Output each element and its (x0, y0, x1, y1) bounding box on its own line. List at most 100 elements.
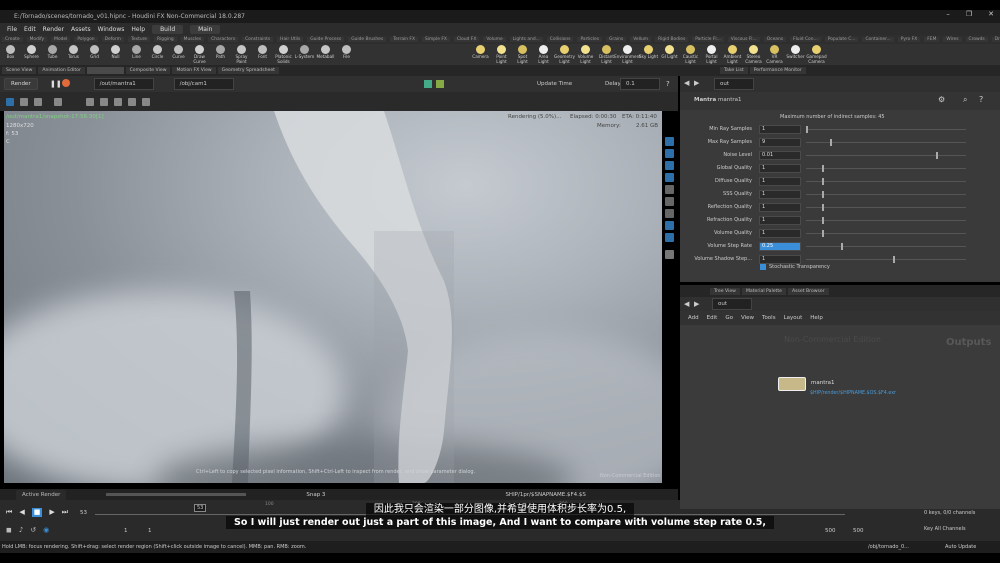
shelf-tab[interactable]: Grains (606, 37, 627, 42)
stop-render-icon[interactable] (62, 79, 70, 87)
slider-knob[interactable] (892, 256, 895, 263)
param-slider[interactable] (806, 139, 966, 146)
shelf-tab[interactable]: Cloud FX (453, 37, 480, 42)
shelf-tab[interactable]: Deform (101, 37, 124, 42)
home-icon[interactable] (114, 97, 122, 106)
shelf-tool[interactable]: Area Light (533, 44, 554, 64)
pin-icon[interactable] (665, 233, 674, 242)
render-button[interactable]: Render (4, 78, 38, 90)
slider-knob[interactable] (806, 126, 808, 133)
left-pane-tab[interactable]: Composite View (125, 67, 171, 74)
param-slider[interactable] (806, 230, 966, 237)
shelf-tool[interactable]: Sphere (21, 44, 42, 64)
shelf-tool[interactable]: Null (105, 44, 126, 64)
shelf-tab[interactable]: Muscles (180, 37, 205, 42)
shelf-tool[interactable]: Grid (84, 44, 105, 64)
left-pane-tab[interactable]: Geometry Spreadsheet (217, 67, 279, 74)
pause-icon[interactable]: ❚❚ (50, 80, 62, 88)
active-render-tab[interactable]: Active Render (16, 489, 67, 500)
search-icon[interactable]: ⌕ (963, 95, 967, 105)
param-slider[interactable] (806, 191, 966, 198)
mantra-node[interactable] (778, 377, 806, 391)
left-pane-tab[interactable]: Motion FX View (172, 67, 216, 74)
network-path-field[interactable]: out (712, 298, 752, 310)
shelf-tab[interactable]: Wires (943, 37, 962, 42)
channel-icon[interactable] (665, 173, 674, 182)
main-desktop[interactable]: Main (190, 24, 221, 34)
snapshot-icon[interactable] (436, 80, 444, 88)
back-icon[interactable] (54, 97, 62, 106)
network-menu-item[interactable]: Add (688, 315, 699, 321)
gamma-icon[interactable] (665, 161, 674, 170)
menu-file[interactable]: File (7, 26, 17, 33)
shelf-tab[interactable]: Volume (483, 37, 506, 42)
menu-help[interactable]: Help (131, 26, 145, 33)
close-button[interactable]: ✕ (988, 10, 994, 18)
shelf-tool[interactable]: Platonic Solids (273, 44, 294, 64)
left-pane-tab[interactable]: Render View (86, 67, 124, 74)
shelf-tab[interactable]: Texture (127, 37, 151, 42)
help-icon-param[interactable]: ? (979, 95, 983, 104)
network-menu-item[interactable]: Tools (762, 315, 776, 321)
snapshot-path[interactable]: SHIP/1pr/$SNAPNAME.$F4.$S (505, 492, 585, 498)
param-slider[interactable] (806, 126, 966, 133)
shelf-tab[interactable]: Container... (862, 37, 894, 42)
shelf-tool[interactable]: Gamepad Camera (806, 44, 827, 64)
crop-icon[interactable] (665, 197, 674, 206)
shelf-tool[interactable]: Circle (147, 44, 168, 64)
shelf-tool[interactable]: Font (252, 44, 273, 64)
shelf-tool[interactable]: Metaball (315, 44, 336, 64)
slider-knob[interactable] (829, 139, 832, 146)
forward-arrow-icon[interactable]: ▶ (694, 79, 699, 87)
slider-knob[interactable] (821, 230, 824, 237)
shelf-tool[interactable]: Caustic Light (680, 44, 701, 64)
network-menu-item[interactable]: Edit (707, 315, 718, 321)
shelf-tool[interactable]: Stereo Camera (743, 44, 764, 64)
left-pane-tab[interactable]: Animation Editor (38, 67, 85, 74)
gear-icon[interactable]: ⚙ (938, 95, 945, 104)
shelf-tab[interactable]: Guide Brushes (348, 37, 387, 42)
param-value-field[interactable]: 1 (759, 202, 801, 212)
shelf-tab[interactable]: Simple FX (421, 37, 450, 42)
net-forward-icon[interactable]: ▶ (694, 300, 699, 308)
shelf-tool[interactable]: Ambient Light (722, 44, 743, 64)
shelf-tool[interactable]: Switcher (785, 44, 806, 64)
auto-update[interactable]: Auto Update (945, 544, 976, 550)
shelf-tool[interactable]: Volume Light (575, 44, 596, 64)
shelf-tool[interactable]: Path (210, 44, 231, 64)
help-icon[interactable]: ? (666, 80, 670, 88)
tab-performance-monitor[interactable]: Performance Monitor (749, 67, 806, 74)
shelf-tab[interactable]: Particle Fl... (692, 37, 724, 42)
shelf-tab[interactable]: Collisions (546, 37, 574, 42)
zoom-in-icon[interactable] (86, 97, 94, 106)
shelf-tool[interactable]: Sky Light (638, 44, 659, 64)
maximize-button[interactable]: ❐ (966, 10, 972, 18)
shelf-tab[interactable]: Characters (208, 37, 239, 42)
param-value-field[interactable]: 1 (759, 163, 801, 173)
node-name[interactable]: mantra1 (718, 97, 742, 103)
menu-assets[interactable]: Assets (71, 26, 91, 33)
param-slider[interactable] (806, 152, 966, 159)
back-arrow-icon[interactable]: ◀ (684, 79, 689, 87)
slider-knob[interactable] (821, 204, 824, 211)
end-frame-2[interactable]: 500 (853, 528, 864, 534)
menu-render[interactable]: Render (43, 26, 64, 33)
magnifier-icon[interactable] (665, 250, 674, 259)
shelf-tab[interactable]: FEM (924, 37, 940, 42)
shelf-tab[interactable]: Model (51, 37, 71, 42)
shelf-tab[interactable]: Vellum (630, 37, 652, 42)
shelf-tab[interactable]: Polygon (74, 37, 98, 42)
select-icon[interactable] (6, 97, 14, 106)
network-menu-item[interactable]: View (741, 315, 754, 321)
start-frame[interactable]: 1 (124, 528, 128, 534)
param-value-field[interactable]: 9 (759, 137, 801, 147)
shelf-tab[interactable]: Lights and... (509, 37, 543, 42)
shelf-tool[interactable]: Box (0, 44, 21, 64)
tab-take-list[interactable]: Take List (720, 67, 748, 74)
param-value-field[interactable]: 0.01 (759, 150, 801, 160)
left-pane-tab[interactable]: Scene View (2, 67, 37, 74)
param-value-field[interactable]: 1 (759, 215, 801, 225)
shelf-tab[interactable]: Rigid Bodies (655, 37, 689, 42)
shelf-tab[interactable]: Fluid Con... (790, 37, 821, 42)
tab-material-palette[interactable]: Material Palette (741, 287, 786, 295)
